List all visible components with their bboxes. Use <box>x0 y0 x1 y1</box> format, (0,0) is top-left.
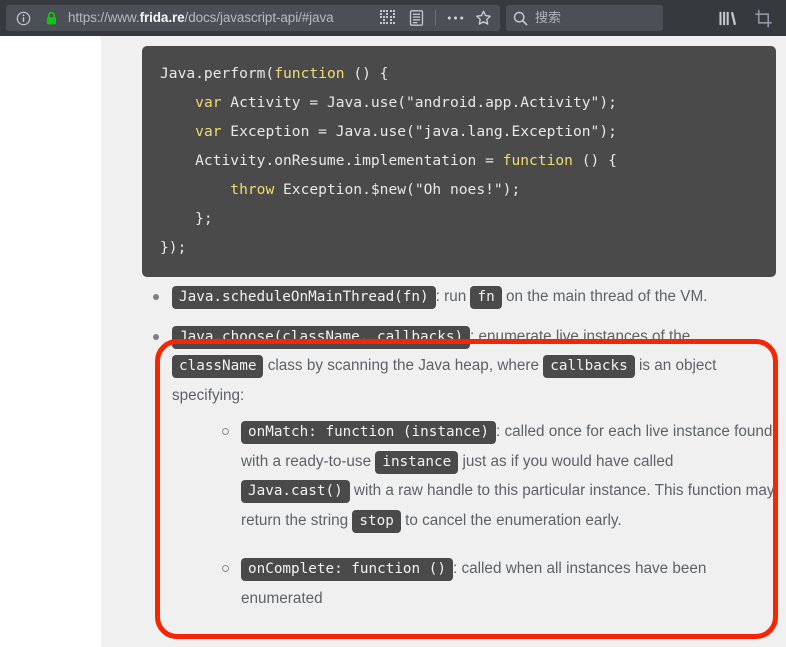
qr-code-icon[interactable] <box>377 7 399 29</box>
url-domain: frida.re <box>140 10 185 25</box>
code-chip-classname: className <box>172 355 263 378</box>
desc-text: on the main thread of the VM. <box>502 288 708 305</box>
list-item-java-choose: Java.choose(className, callbacks): enume… <box>142 322 782 614</box>
screenshot-crop-icon[interactable] <box>752 7 774 29</box>
sub-list-item-on-match: onMatch: function (instance): called onc… <box>211 417 782 535</box>
library-icon[interactable] <box>716 7 738 29</box>
code-chip-signature: onComplete: function () <box>241 558 453 581</box>
code-chip-signature: Java.scheduleOnMainThread(fn) <box>172 286 436 309</box>
search-bar[interactable]: 搜索 <box>506 5 663 31</box>
reader-mode-icon[interactable] <box>405 7 427 29</box>
code-block: Java.perform(function () { var Activity … <box>142 46 776 277</box>
url-prefix: https://www. <box>68 10 140 25</box>
code-chip-callbacks: callbacks <box>543 355 634 378</box>
code-chip-fn: fn <box>470 286 501 309</box>
page-content-column: Java.perform(function () { var Activity … <box>101 36 786 647</box>
bullet-circle-icon <box>222 565 229 572</box>
search-icon <box>513 11 528 26</box>
code-line: Java.perform(function () { <box>160 65 388 82</box>
code-line: var Exception = Java.use("java.lang.Exce… <box>160 123 617 140</box>
url-text[interactable]: https://www.frida.re/docs/javascript-api… <box>68 5 371 31</box>
code-block-text: Java.perform(function () { var Activity … <box>160 65 617 256</box>
code-line: throw Exception.$new("Oh noes!"); <box>160 181 520 198</box>
browser-toolbar: https://www.frida.re/docs/javascript-api… <box>0 0 786 36</box>
page-actions-ellipsis-icon[interactable] <box>444 7 466 29</box>
code-line: var Activity = Java.use("android.app.Act… <box>160 94 617 111</box>
search-input[interactable]: 搜索 <box>535 5 561 31</box>
url-bar[interactable]: https://www.frida.re/docs/javascript-api… <box>6 5 500 31</box>
bookmark-star-icon[interactable] <box>472 7 494 29</box>
sub-list-callbacks: onMatch: function (instance): called onc… <box>172 417 782 613</box>
code-chip-signature: onMatch: function (instance) <box>241 421 496 444</box>
code-chip-stop: stop <box>352 510 400 533</box>
url-suffix: /docs/javascript-api/#java <box>185 10 334 25</box>
desc-text: class by scanning the Java heap, where <box>263 357 543 374</box>
code-line: }); <box>160 239 186 256</box>
lock-icon[interactable] <box>40 7 62 29</box>
code-chip-java-cast: Java.cast() <box>241 480 350 503</box>
desc-text: : run <box>436 288 471 305</box>
code-chip-instance: instance <box>375 451 458 474</box>
bullet-disc-icon <box>153 334 159 340</box>
toolbar-right-controls <box>716 7 780 29</box>
bullet-circle-icon <box>222 428 229 435</box>
desc-text: to cancel the enumeration early. <box>401 512 622 529</box>
info-icon[interactable] <box>12 7 34 29</box>
code-chip-signature: Java.choose(className, callbacks) <box>172 326 470 349</box>
page-viewport: Java.perform(function () { var Activity … <box>0 36 786 647</box>
bullet-disc-icon <box>153 294 159 300</box>
toolbar-divider <box>435 10 436 26</box>
desc-text: : enumerate live instances of the <box>470 328 690 345</box>
code-line: Activity.onResume.implementation = funct… <box>160 152 617 169</box>
list-item-schedule-on-main-thread: Java.scheduleOnMainThread(fn): run fn on… <box>142 282 782 312</box>
sub-list-item-on-complete: onComplete: function (): called when all… <box>211 554 782 613</box>
desc-text: just as if you would have called <box>458 453 673 470</box>
code-line: }; <box>160 210 213 227</box>
api-list: Java.scheduleOnMainThread(fn): run fn on… <box>142 282 782 613</box>
